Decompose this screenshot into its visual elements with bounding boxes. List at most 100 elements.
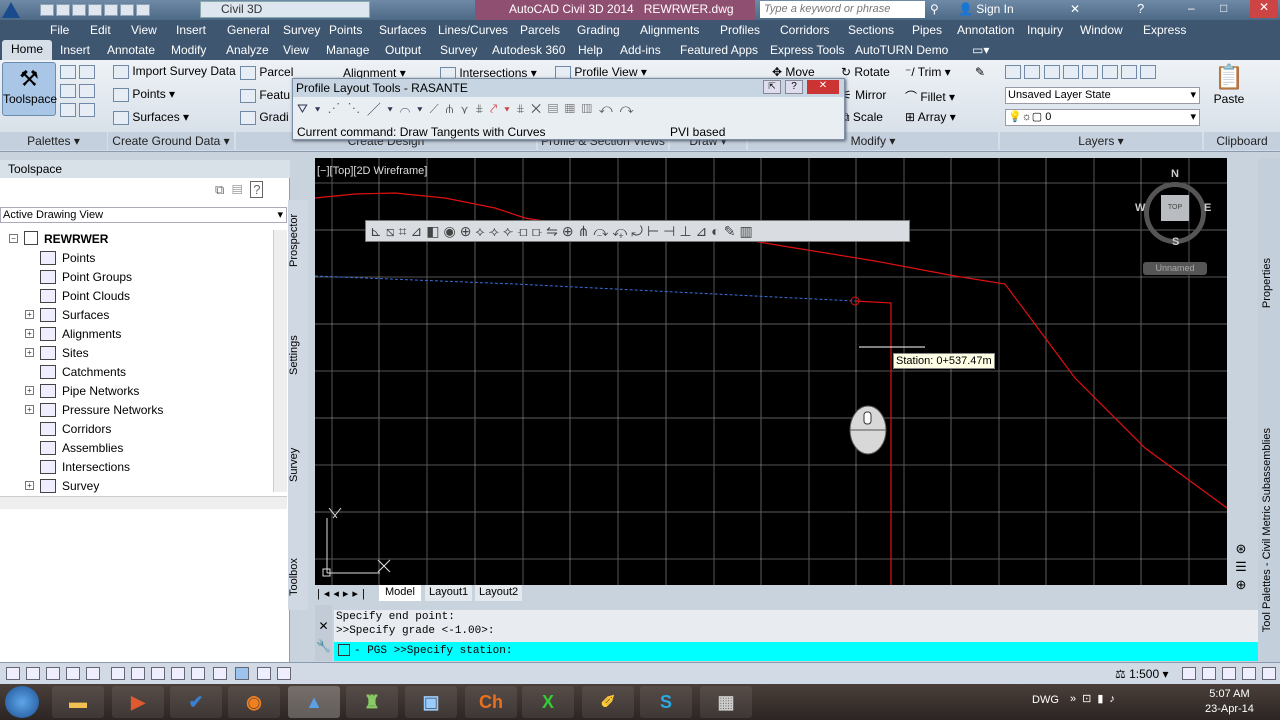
drawing-viewport[interactable]: [−][Top][2D Wireframe] ⊾⧅⌗⊿◧◉⊕⟡⟢⟣⟤⟥⇋⊕⋔⤼⤽… [315, 158, 1227, 585]
menu-profiles[interactable]: Profiles [720, 23, 760, 37]
isolate-icon[interactable] [1242, 667, 1256, 680]
new-icon[interactable] [40, 4, 54, 16]
tool-icon[interactable]: ♜ [346, 686, 398, 718]
tree-item-point-groups[interactable]: Point Groups [62, 268, 132, 286]
tab-nav-arrows[interactable]: |◂◂▸▸| [317, 587, 369, 600]
lwt-icon[interactable] [213, 667, 227, 680]
tree-item-assemblies[interactable]: Assemblies [62, 439, 123, 457]
layer-state-dropdown[interactable]: Unsaved Layer State ▾ [1005, 87, 1200, 104]
menu-points[interactable]: Points [329, 23, 362, 37]
draw-tangents-icon[interactable]: ⛛▾ [297, 101, 327, 116]
item-view-icon[interactable]: ⧉ [215, 182, 232, 197]
pencil-icon[interactable]: ✎ [975, 65, 985, 79]
compass-west[interactable]: W [1135, 202, 1145, 214]
menu-view[interactable]: View [131, 23, 157, 37]
array-button[interactable]: ⊞ Array ▾ [905, 110, 956, 124]
menu-lines-curves[interactable]: Lines/Curves [438, 23, 508, 37]
ch-app-icon[interactable]: Ch [465, 686, 517, 718]
task-app-icon[interactable]: ✔ [170, 686, 222, 718]
pan-icon[interactable]: ☰ [1227, 558, 1255, 576]
trim-button[interactable]: ⁻/ Trim ▾ [905, 65, 951, 79]
insert-pvi-icon[interactable]: ⋰ [327, 101, 347, 116]
autocad-icon[interactable]: ▲ [288, 686, 340, 718]
expand-icon[interactable]: + [25, 348, 34, 357]
firefox-icon[interactable]: ◉ [228, 686, 280, 718]
layers-panel-label[interactable]: Layers ▾ [1000, 132, 1202, 150]
menu-survey[interactable]: Survey [283, 23, 320, 37]
layer-match-icon[interactable] [1101, 64, 1118, 79]
tree-scrollbar[interactable] [273, 230, 287, 492]
toolbox-icon[interactable] [79, 83, 96, 98]
toggle-view-icon[interactable]: ▤ [232, 182, 250, 197]
layer-properties-icon[interactable] [1005, 64, 1021, 79]
menu-window[interactable]: Window [1080, 23, 1123, 37]
grid-icon[interactable] [46, 667, 60, 680]
move-button[interactable]: ✥ Move [772, 65, 815, 79]
skype-icon[interactable]: S [640, 686, 692, 718]
tab-featured-apps[interactable]: Featured Apps [680, 43, 758, 57]
undo-icon[interactable] [120, 4, 134, 16]
lock-icon[interactable] [1202, 667, 1216, 680]
close-icon[interactable]: ✕ [315, 619, 332, 633]
parcel-button[interactable]: Parcel [240, 65, 293, 80]
qp-icon[interactable] [257, 667, 271, 680]
prospector-icon[interactable] [60, 64, 76, 79]
tray-dwg[interactable]: DWG [1032, 694, 1059, 706]
grid-edit-icon[interactable]: ▥ [582, 101, 599, 116]
properties-icon[interactable] [79, 64, 96, 79]
tab-add-ins[interactable]: Add-ins [620, 43, 661, 57]
tab-layout1[interactable]: Layout1 [425, 585, 473, 601]
surfaces-button[interactable]: Surfaces ▾ [113, 110, 189, 125]
menu-grading[interactable]: Grading [577, 23, 620, 37]
layer-lock-icon[interactable] [1082, 64, 1099, 79]
menu-corridors[interactable]: Corridors [780, 23, 829, 37]
tool-palettes-icon[interactable] [60, 102, 76, 117]
ducs-icon[interactable] [171, 667, 185, 680]
tree-item-pressure-networks[interactable]: Pressure Networks [62, 401, 163, 419]
menu-edit[interactable]: Edit [90, 23, 111, 37]
layer-freeze-icon[interactable] [1063, 64, 1080, 79]
tab-analyze[interactable]: Analyze [226, 43, 269, 57]
tab-home[interactable]: Home [2, 40, 53, 60]
tab-prospector[interactable]: Prospector [288, 205, 308, 275]
tab-modify[interactable]: Modify [171, 43, 206, 57]
osnap-icon[interactable] [111, 667, 125, 680]
clock[interactable]: 5:07 AM 23-Apr-14 [1205, 687, 1254, 717]
delete-pvi-icon[interactable]: ⋱ [347, 101, 367, 116]
menu-inquiry[interactable]: Inquiry [1027, 23, 1063, 37]
palettes-panel-label[interactable]: Palettes ▾ [0, 132, 107, 150]
ortho-icon[interactable] [66, 667, 80, 680]
import-survey-button[interactable]: Import Survey Data [113, 64, 236, 79]
layer-previous-icon[interactable] [1121, 64, 1138, 79]
maximize-button[interactable]: □ [1220, 1, 1227, 15]
tree-item-points[interactable]: Points [62, 249, 95, 267]
app-logo[interactable] [2, 0, 20, 18]
curve-icon[interactable]: ⌒▾ [400, 101, 430, 116]
toolspace-button[interactable]: ⚒ Toolspace [2, 62, 57, 116]
tree-h-scrollbar[interactable] [0, 496, 287, 509]
tree-item-sites[interactable]: Sites [62, 344, 89, 362]
compass-east[interactable]: E [1204, 202, 1211, 214]
tab-survey[interactable]: Survey [288, 440, 308, 490]
close-button[interactable]: ✕ [1250, 0, 1278, 18]
mirror-button[interactable]: ⚟ Mirror [841, 88, 886, 102]
tab-autoturn-demo[interactable]: AutoTURN Demo [855, 43, 948, 57]
tray-icons[interactable]: »⊡▮♪ [1070, 692, 1121, 705]
steering-wheel-icon[interactable]: ⊛ [1227, 540, 1255, 558]
pvi-mode[interactable]: PVI based [670, 125, 725, 139]
select-pvi-icon[interactable]: ⋕ [517, 101, 531, 116]
zoom-icon[interactable]: ⊕ [1227, 576, 1255, 594]
minimize-icon[interactable]: ⇱ [763, 80, 781, 94]
tree-item-corridors[interactable]: Corridors [62, 420, 111, 438]
tab-layout2[interactable]: Layout2 [475, 585, 523, 601]
tab-view[interactable]: View [283, 43, 309, 57]
tree-item-point-clouds[interactable]: Point Clouds [62, 287, 130, 305]
free-vertical-icon[interactable]: ⟋ [430, 101, 446, 116]
annotation-scale[interactable]: ⚖ 1:500 ▾ [1115, 667, 1168, 681]
infer-icon[interactable] [6, 667, 20, 680]
blackberry-icon[interactable]: ▦ [700, 686, 752, 718]
tab-model[interactable]: Model [379, 585, 421, 601]
close-icon[interactable]: ✕ [807, 80, 839, 94]
scale-button[interactable]: ⧉ Scale [841, 110, 883, 125]
3d-osnap-icon[interactable] [131, 667, 145, 680]
